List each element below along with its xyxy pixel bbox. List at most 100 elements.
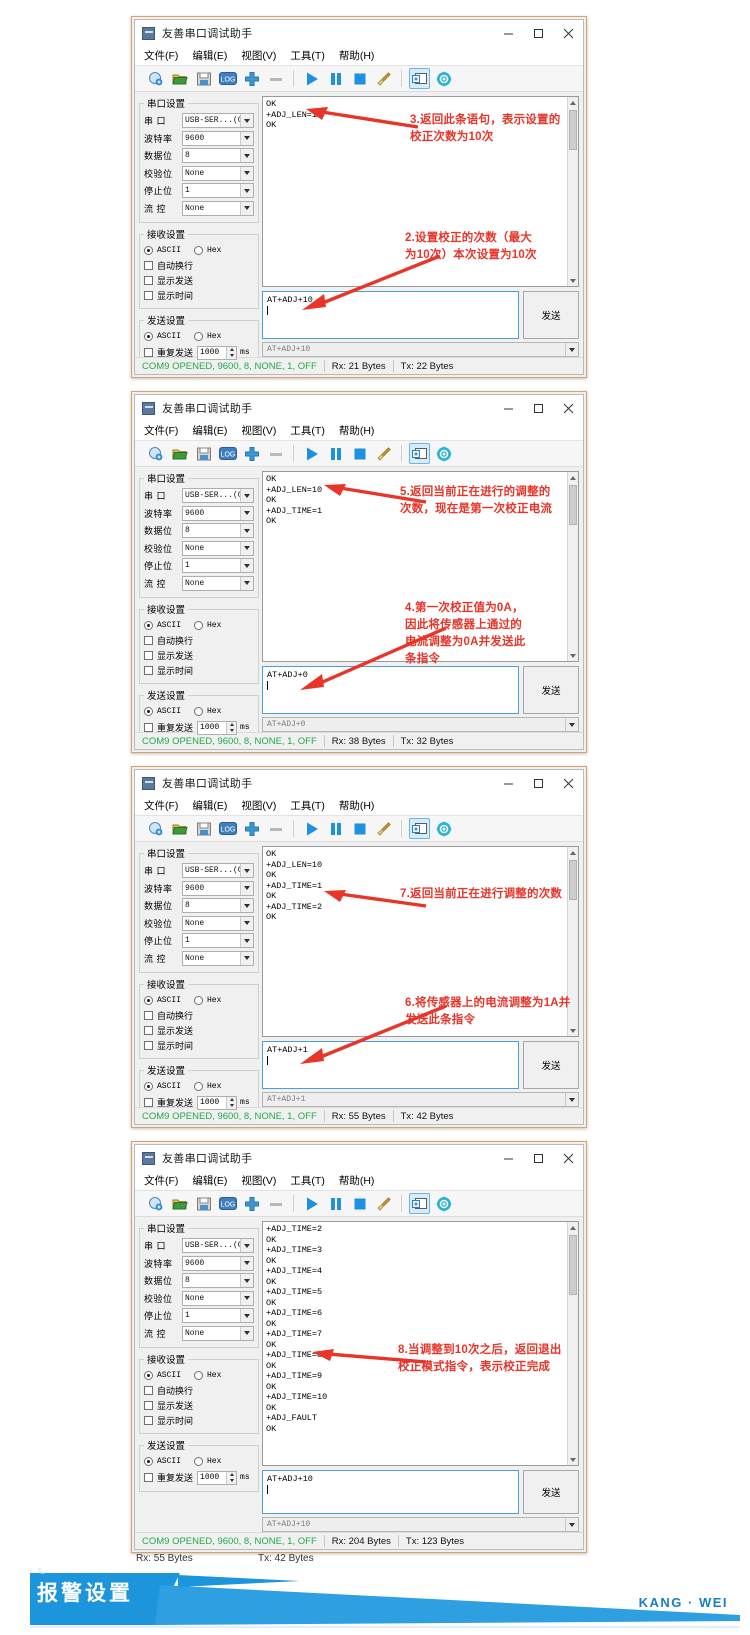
send-input[interactable]: AT+ADJ+10 [262,1470,519,1514]
flow-combo[interactable]: None [182,1325,254,1341]
stepper-arrows-icon[interactable] [226,1096,237,1109]
stopbits-combo[interactable]: 1 [182,558,254,573]
baud-combo[interactable]: 9600 [182,880,254,896]
chevron-down-icon[interactable] [240,524,253,537]
add-icon[interactable] [241,818,262,839]
repeat-interval-stepper[interactable]: 1000 [197,720,238,735]
repeat-interval-stepper[interactable]: 1000 [197,345,238,360]
window-controls[interactable] [493,395,583,421]
scroll-down-icon[interactable] [568,1454,578,1465]
menu-help[interactable]: 帮助(H) [339,798,375,813]
chevron-down-icon[interactable] [240,1326,253,1340]
field-baud[interactable]: 波特率 9600 [144,130,254,146]
resize-grip-icon[interactable] [569,360,581,372]
menu-view[interactable]: 视图(V) [241,798,276,813]
menu-tools[interactable]: 工具(T) [290,1173,324,1188]
chevron-down-icon[interactable] [240,951,253,965]
chevron-down-icon[interactable] [240,201,253,215]
port-combo[interactable]: USB-SER...(COM9 [182,113,254,128]
chevron-down-icon[interactable] [240,899,253,912]
menubar[interactable]: 文件(F) 编辑(E) 视图(V) 工具(T) 帮助(H) [135,796,583,815]
port-combo[interactable]: USB-SER...(COM9 [182,488,254,503]
scroll-down-icon[interactable] [568,275,578,286]
menu-edit[interactable]: 编辑(E) [192,423,227,438]
checkbox-show-send[interactable]: 显示发送 [144,649,254,662]
send-button[interactable]: 发送 [523,1041,579,1089]
flow-combo[interactable]: None [182,950,254,966]
toolbar[interactable]: LOG [135,440,583,467]
save-icon[interactable] [193,818,214,839]
chevron-down-icon[interactable] [240,1309,253,1322]
field-stopbits[interactable]: 停止位 1 [144,933,254,948]
clear-broom-icon[interactable] [373,443,394,464]
chevron-down-icon[interactable] [565,718,578,731]
field-flow[interactable]: 流 控 None [144,1325,254,1341]
pause-icon[interactable] [325,818,346,839]
scroll-up-icon[interactable] [568,1222,578,1233]
toolbar[interactable]: LOG [135,65,583,92]
menu-view[interactable]: 视图(V) [241,423,276,438]
log-icon[interactable]: LOG [217,818,238,839]
checkbox-show-time[interactable]: 显示时间 [144,664,254,677]
chevron-down-icon[interactable] [565,343,578,356]
parity-combo[interactable]: None [182,165,254,181]
play-icon[interactable] [301,68,322,89]
add-icon[interactable] [241,443,262,464]
flow-combo[interactable]: None [182,575,254,591]
menubar[interactable]: 文件(F) 编辑(E) 视图(V) 工具(T) 帮助(H) [135,46,583,65]
checkbox-show-send[interactable]: 显示发送 [144,1024,254,1037]
chevron-down-icon[interactable] [240,149,253,162]
remove-icon[interactable] [265,1193,286,1214]
receive-hex-radio[interactable]: Hex [194,244,221,257]
repeat-interval-stepper[interactable]: 1000 [197,1470,238,1485]
close-icon[interactable] [553,20,583,46]
field-flow[interactable]: 流 控 None [144,950,254,966]
settings-gear-icon[interactable] [433,443,454,464]
window-controls[interactable] [493,20,583,46]
repeat-interval-stepper[interactable]: 1000 [197,1095,238,1110]
save-icon[interactable] [193,443,214,464]
new-window-icon[interactable] [409,1193,430,1214]
close-icon[interactable] [553,1145,583,1171]
baud-combo[interactable]: 9600 [182,130,254,146]
field-databits[interactable]: 数据位 8 [144,898,254,913]
log-icon[interactable]: LOG [217,1193,238,1214]
checkbox-auto-wrap[interactable]: 自动换行 [144,259,254,272]
chevron-down-icon[interactable] [240,131,253,145]
menu-file[interactable]: 文件(F) [144,798,178,813]
field-port[interactable]: 串 口 USB-SER...(COM9 [144,863,254,878]
chevron-down-icon[interactable] [240,559,253,572]
field-port[interactable]: 串 口 USB-SER...(COM9 [144,1238,254,1253]
checkbox-show-time[interactable]: 显示时间 [144,289,254,302]
stepper-arrows-icon[interactable] [226,1471,237,1484]
remove-icon[interactable] [265,818,286,839]
send-hex-radio[interactable]: Hex [194,1455,221,1468]
flow-combo[interactable]: None [182,200,254,216]
titlebar[interactable]: 友善串口调试助手 [135,1145,583,1171]
new-window-icon[interactable] [409,443,430,464]
field-databits[interactable]: 数据位 8 [144,1273,254,1288]
receive-hex-radio[interactable]: Hex [194,619,221,632]
checkbox-show-send[interactable]: 显示发送 [144,274,254,287]
field-databits[interactable]: 数据位 8 [144,523,254,538]
remove-icon[interactable] [265,68,286,89]
toolbar[interactable]: LOG [135,815,583,842]
open-file-icon[interactable] [169,68,190,89]
chevron-down-icon[interactable] [240,184,253,197]
save-icon[interactable] [193,68,214,89]
port-combo[interactable]: USB-SER...(COM9 [182,863,254,878]
pause-icon[interactable] [325,1193,346,1214]
menu-help[interactable]: 帮助(H) [339,1173,375,1188]
checkbox-show-send[interactable]: 显示发送 [144,1399,254,1412]
play-icon[interactable] [301,1193,322,1214]
menu-edit[interactable]: 编辑(E) [192,1173,227,1188]
receive-ascii-radio[interactable]: ASCII [144,244,194,257]
field-flow[interactable]: 流 控 None [144,200,254,216]
repeat-send-row[interactable]: 重复发送 1000 ms [144,1470,254,1485]
send-history-combo[interactable]: AT+ADJ+1 [262,1092,579,1107]
databits-combo[interactable]: 8 [182,1273,254,1288]
field-parity[interactable]: 校验位 None [144,165,254,181]
checkbox-auto-wrap[interactable]: 自动换行 [144,1384,254,1397]
baud-combo[interactable]: 9600 [182,505,254,521]
send-ascii-radio[interactable]: ASCII [144,1080,194,1093]
